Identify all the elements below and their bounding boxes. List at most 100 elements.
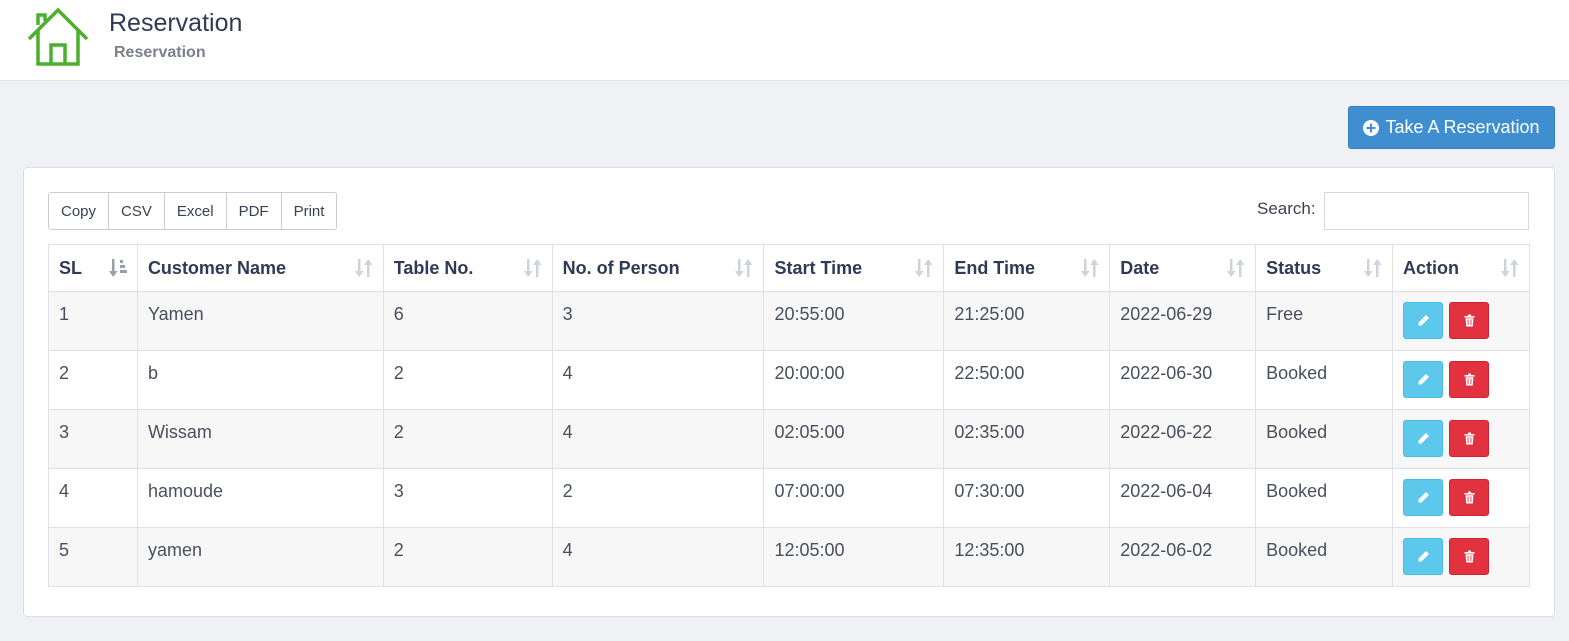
- pdf-button[interactable]: PDF: [227, 193, 282, 229]
- cell-table-no: 2: [382, 527, 553, 587]
- cell-table-no: 2: [382, 350, 553, 410]
- search-label: Search:: [1257, 199, 1316, 218]
- table-row: 3 Wissam 2 4 02:05:00 02:35:00 2022-06-22 Booke…: [48, 409, 1530, 469]
- delete-button[interactable]: [1449, 479, 1490, 516]
- sort-icon: [1081, 259, 1099, 277]
- cell-action: [1392, 409, 1530, 469]
- export-button-group: Copy CSV Excel PDF Print: [48, 192, 338, 230]
- delete-button[interactable]: [1449, 361, 1490, 398]
- sort-icon: [523, 259, 542, 277]
- delete-button[interactable]: [1449, 420, 1490, 457]
- sort-icon: [735, 259, 753, 277]
- search-input[interactable]: [1324, 192, 1529, 230]
- copy-button[interactable]: Copy: [49, 193, 110, 229]
- cell-sl: 5: [48, 527, 138, 587]
- table-row: 1 Yamen 6 3 20:55:00 21:25:00 2022-06-29 Free: [48, 291, 1530, 351]
- page-title: Reservation: [109, 9, 243, 37]
- edit-button[interactable]: [1403, 479, 1444, 516]
- cell-end-time: 07:30:00: [943, 468, 1111, 528]
- cell-customer-name: hamoude: [136, 468, 384, 528]
- column-header-label: End Time: [954, 258, 1035, 278]
- table-row: 2 b 2 4 20:00:00 22:50:00 2022-06-30 Booked: [48, 350, 1530, 410]
- pencil-icon: [1418, 492, 1429, 503]
- cell-table-no: 2: [382, 409, 553, 469]
- cell-table-no: 6: [382, 291, 553, 351]
- cell-no-of-person: 4: [551, 409, 765, 469]
- cell-start-time: 02:05:00: [763, 409, 945, 469]
- pencil-icon: [1418, 551, 1429, 562]
- cell-date: 2022-06-22: [1109, 409, 1257, 469]
- cell-action: [1392, 350, 1530, 410]
- table-body: 1 Yamen 6 3 20:55:00 21:25:00 2022-06-29 Free 2…: [48, 291, 1530, 587]
- cell-action: [1392, 291, 1530, 351]
- cell-sl: 2: [48, 350, 138, 410]
- column-header-end-time[interactable]: End Time: [943, 244, 1111, 292]
- edit-button[interactable]: [1403, 420, 1444, 457]
- table-row: 4 hamoude 3 2 07:00:00 07:30:00 2022-06-04 Book…: [48, 468, 1530, 528]
- cell-no-of-person: 4: [551, 350, 765, 410]
- edit-button[interactable]: [1403, 361, 1444, 398]
- cell-action: [1392, 468, 1530, 528]
- cell-status: Free: [1255, 291, 1394, 351]
- pencil-icon: [1418, 315, 1429, 326]
- column-header-customer-name[interactable]: Customer Name: [136, 244, 384, 292]
- sort-icon: [915, 259, 933, 277]
- cell-status: Booked: [1255, 350, 1394, 410]
- delete-button[interactable]: [1449, 538, 1490, 575]
- cell-end-time: 12:35:00: [943, 527, 1111, 587]
- table-header-row: SL Customer Name Table No. No. of Person Sta…: [48, 244, 1530, 292]
- take-reservation-button[interactable]: Take A Reservation: [1348, 106, 1555, 149]
- cell-end-time: 02:35:00: [943, 409, 1111, 469]
- cell-sl: 1: [48, 291, 138, 351]
- cell-customer-name: Wissam: [136, 409, 384, 469]
- sort-icon: [1227, 259, 1245, 277]
- excel-button[interactable]: Excel: [165, 193, 227, 229]
- cell-customer-name: yamen: [136, 527, 384, 587]
- column-header-sl[interactable]: SL: [48, 244, 138, 292]
- column-header-label: Start Time: [774, 258, 863, 278]
- print-button[interactable]: Print: [282, 193, 337, 229]
- cell-customer-name: Yamen: [136, 291, 384, 351]
- cell-date: 2022-06-02: [1109, 527, 1257, 587]
- trash-icon: [1464, 550, 1475, 563]
- pencil-icon: [1418, 433, 1429, 444]
- trash-icon: [1464, 373, 1475, 386]
- column-header-start-time[interactable]: Start Time: [763, 244, 945, 292]
- cell-status: Booked: [1255, 409, 1394, 469]
- column-header-no-of-person[interactable]: No. of Person: [551, 244, 765, 292]
- column-header-label: Date: [1120, 258, 1160, 278]
- csv-button[interactable]: CSV: [109, 193, 165, 229]
- cell-no-of-person: 2: [551, 468, 765, 528]
- cell-status: Booked: [1255, 527, 1394, 587]
- breadcrumb: Reservation: [114, 44, 206, 61]
- cell-start-time: 20:55:00: [763, 291, 945, 351]
- sort-numeric-asc-icon: [108, 259, 127, 277]
- column-header-label: Table No.: [393, 258, 474, 278]
- column-header-table-no[interactable]: Table No.: [382, 244, 553, 292]
- cell-start-time: 07:00:00: [763, 468, 945, 528]
- cell-customer-name: b: [136, 350, 384, 410]
- reservation-table: SL Customer Name Table No. No. of Person Sta…: [48, 244, 1530, 587]
- delete-button[interactable]: [1449, 302, 1490, 339]
- home-icon: [27, 7, 89, 66]
- edit-button[interactable]: [1403, 302, 1444, 339]
- cell-status: Booked: [1255, 468, 1394, 528]
- cell-no-of-person: 4: [551, 527, 765, 587]
- cell-sl: 4: [48, 468, 138, 528]
- cell-no-of-person: 3: [551, 291, 765, 351]
- sort-icon: [1364, 259, 1382, 277]
- take-reservation-label: Take A Reservation: [1385, 117, 1540, 137]
- edit-button[interactable]: [1403, 538, 1444, 575]
- cell-start-time: 12:05:00: [763, 527, 945, 587]
- column-header-status[interactable]: Status: [1255, 244, 1394, 292]
- cell-date: 2022-06-04: [1109, 468, 1257, 528]
- trash-icon: [1464, 491, 1475, 504]
- trash-icon: [1464, 432, 1475, 445]
- column-header-label: Action: [1403, 258, 1460, 278]
- column-header-date[interactable]: Date: [1109, 244, 1257, 292]
- column-header-action[interactable]: Action: [1392, 244, 1530, 292]
- column-header-label: Customer Name: [147, 258, 286, 278]
- trash-icon: [1464, 314, 1475, 327]
- cell-start-time: 20:00:00: [763, 350, 945, 410]
- pencil-icon: [1418, 374, 1429, 385]
